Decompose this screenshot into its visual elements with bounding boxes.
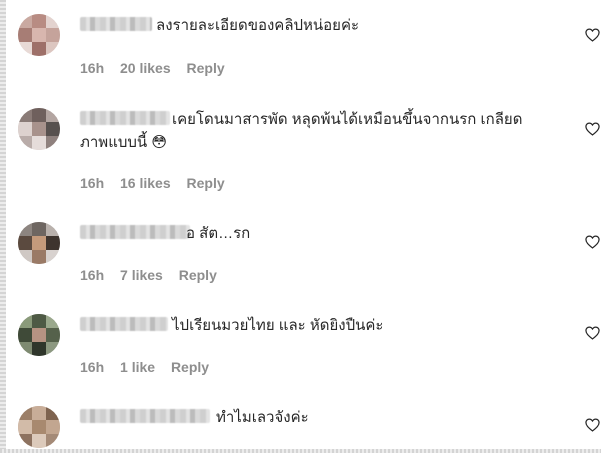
avatar[interactable] <box>18 314 60 356</box>
comment-text-line-2: ภาพแบบนี้ 😳 <box>80 134 167 151</box>
username-redacted[interactable] <box>80 317 168 331</box>
username-redacted[interactable] <box>80 111 170 125</box>
reply-button[interactable]: Reply <box>179 267 217 283</box>
comment-time: 16h <box>80 267 105 283</box>
comment-time: 16h <box>80 359 105 375</box>
heart-outline-icon[interactable] <box>585 28 600 42</box>
bottom-scrollbar-track[interactable] <box>0 449 601 453</box>
heart-outline-icon[interactable] <box>585 418 600 432</box>
comment-likes[interactable]: 20 likes <box>120 60 171 76</box>
avatar[interactable] <box>18 406 60 448</box>
username-redacted[interactable] <box>80 409 210 423</box>
comment-time: 16h <box>80 175 105 191</box>
comment-text: เคยโดนมาสารพัด หลุดพ้นได้เหมือนขึ้นจากนร… <box>172 111 523 128</box>
avatar[interactable] <box>18 222 60 264</box>
comment-meta: 16h 1 like Reply <box>80 359 221 375</box>
heart-outline-icon[interactable] <box>585 122 600 136</box>
comment-text: ไปเรียนมวยไทย และ หัดยิงปืนค่ะ <box>172 317 384 334</box>
reply-button[interactable]: Reply <box>187 60 225 76</box>
comment-likes[interactable]: 16 likes <box>120 175 171 191</box>
reply-button[interactable]: Reply <box>171 359 209 375</box>
left-scrollbar-track[interactable] <box>0 0 6 453</box>
comment-text: ลงรายละเอียดของคลิปหน่อยค่ะ <box>156 17 360 34</box>
heart-outline-icon[interactable] <box>585 326 600 340</box>
avatar[interactable] <box>18 14 60 56</box>
reply-button[interactable]: Reply <box>187 175 225 191</box>
comment-meta: 16h 20 likes Reply <box>80 60 237 76</box>
avatar[interactable] <box>18 108 60 150</box>
comment-meta: 16h 7 likes Reply <box>80 267 229 283</box>
heart-outline-icon[interactable] <box>585 235 600 249</box>
comment-meta: 16h 16 likes Reply <box>80 175 237 191</box>
comment-likes[interactable]: 1 like <box>120 359 155 375</box>
comment-text: อ สัต…รก <box>186 225 251 242</box>
username-redacted[interactable] <box>80 17 152 31</box>
comment-time: 16h <box>80 60 105 76</box>
username-redacted[interactable] <box>80 225 190 239</box>
comment-text: ทำไมเลวจังค่ะ <box>216 409 309 426</box>
comment-likes[interactable]: 7 likes <box>120 267 163 283</box>
